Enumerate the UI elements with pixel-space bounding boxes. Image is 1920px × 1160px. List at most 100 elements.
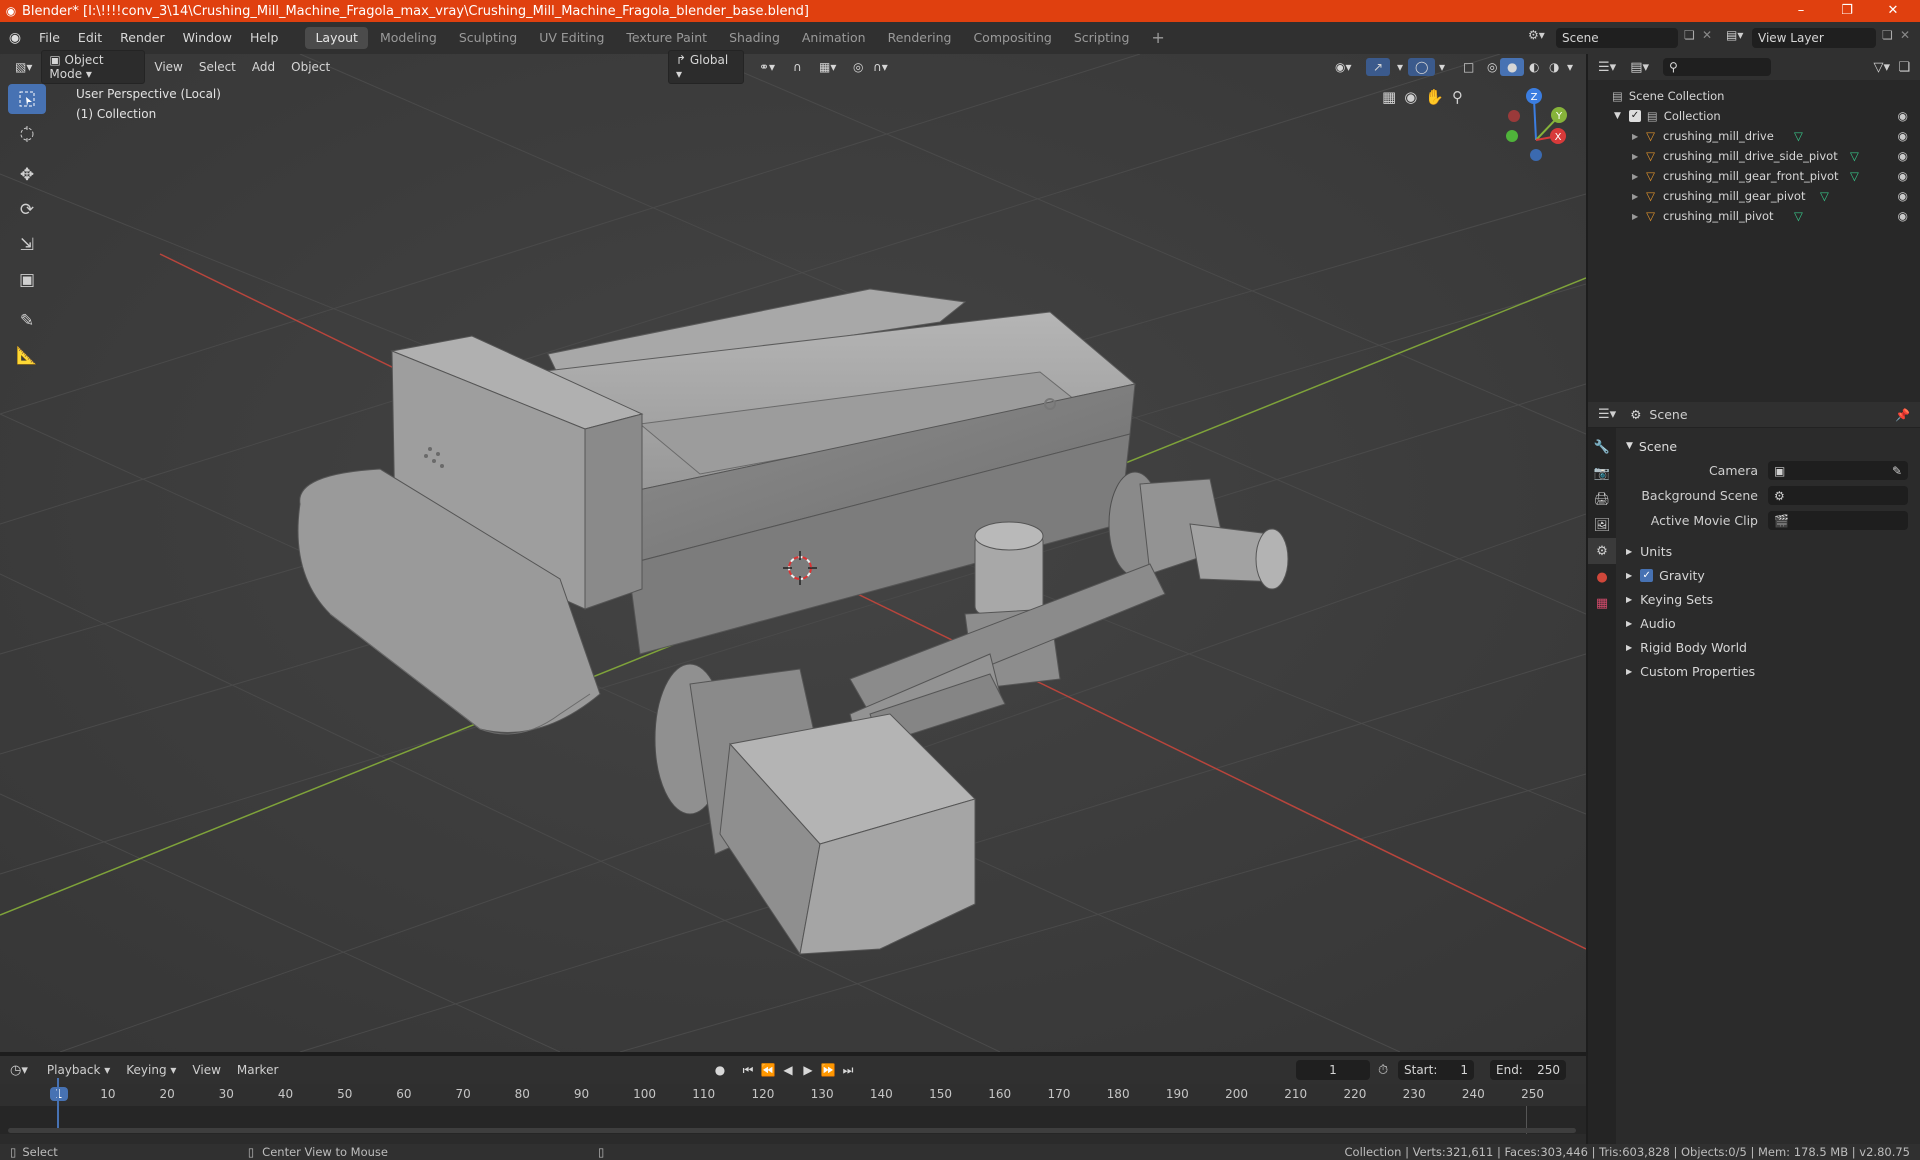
display-mode-icon[interactable]: ▤▾	[1630, 60, 1649, 75]
eye-icon[interactable]: ◉	[1898, 209, 1908, 223]
panel-expand-icon[interactable]: ▶	[1626, 595, 1632, 604]
visibility-icon[interactable]: ◉▾	[1328, 58, 1359, 76]
outliner-object-row[interactable]: ▶ ▽ crushing_mill_drive_side_pivot ▽ ◉	[1588, 146, 1920, 166]
eyedropper-icon[interactable]: ✎	[1892, 464, 1902, 478]
viewport-menu-select[interactable]: Select	[192, 58, 243, 76]
eye-icon[interactable]: ◉	[1898, 109, 1908, 123]
jump-end-icon[interactable]: ⏭	[838, 1060, 858, 1080]
outliner-search-input[interactable]: ⚲	[1663, 58, 1771, 76]
active-movie-clip-field[interactable]: 🎬	[1768, 511, 1908, 530]
minimize-button[interactable]: –	[1778, 0, 1824, 22]
menu-help[interactable]: Help	[241, 22, 288, 54]
snap-target-icon[interactable]: ▦▾	[812, 58, 843, 76]
timeline-track[interactable]	[0, 1106, 1586, 1134]
viewport-menu-view[interactable]: View	[147, 58, 189, 76]
expand-arrow-icon[interactable]: ▶	[1632, 212, 1638, 221]
snap-icon[interactable]: ∩	[786, 58, 809, 76]
view-layer-field[interactable]: View Layer	[1752, 28, 1876, 48]
panel-expand-icon[interactable]: ▶	[1626, 667, 1632, 676]
view-layer-icon[interactable]: ▤▾	[1726, 28, 1743, 42]
timeline-ruler[interactable]: 1102030405060708090100110120130140150160…	[0, 1084, 1586, 1106]
output-tab-icon[interactable]: 🖨	[1588, 486, 1616, 512]
custom-properties-panel-header[interactable]: ▶ Custom Properties	[1618, 659, 1920, 683]
eye-icon[interactable]: ◉	[1898, 129, 1908, 143]
current-frame-field[interactable]: 1	[1296, 1060, 1370, 1080]
gravity-checkbox[interactable]: ✓	[1640, 568, 1654, 582]
scene-tab-icon[interactable]: ⚙	[1588, 538, 1616, 564]
pivot-point-icon[interactable]: ⚭▾	[752, 58, 782, 76]
keying-menu[interactable]: Keying ▾	[119, 1061, 183, 1079]
outliner-object-row[interactable]: ▶ ▽ crushing_mill_pivot ▽ ◉	[1588, 206, 1920, 226]
tab-texture-paint[interactable]: Texture Paint	[616, 27, 717, 49]
filter-icon[interactable]: ▽▾	[1873, 60, 1890, 75]
delete-scene-icon[interactable]: ✕	[1702, 28, 1712, 42]
mesh-data-icon[interactable]: ▽	[1794, 129, 1803, 143]
collapse-arrow-icon[interactable]: ▼	[1614, 111, 1621, 121]
shading-menu-icon[interactable]: ▾	[1560, 58, 1580, 76]
gravity-panel-header[interactable]: ▶ ✓ Gravity	[1618, 563, 1920, 587]
tab-rendering[interactable]: Rendering	[878, 27, 962, 49]
tab-layout[interactable]: Layout	[305, 27, 368, 49]
record-icon[interactable]: ●	[710, 1060, 730, 1080]
keying-sets-panel-header[interactable]: ▶ Keying Sets	[1618, 587, 1920, 611]
panel-collapse-icon[interactable]: ▼	[1626, 441, 1633, 451]
viewport-menu-object[interactable]: Object	[284, 58, 337, 76]
close-button[interactable]: ✕	[1870, 0, 1916, 22]
blender-menu-icon[interactable]: ◉	[0, 30, 30, 46]
next-keyframe-icon[interactable]: ⏩	[818, 1060, 838, 1080]
collection-checkbox[interactable]: ✓	[1628, 110, 1641, 122]
rotate-tool-icon[interactable]: ⟳	[8, 195, 46, 225]
move-tool-icon[interactable]: ✥	[8, 160, 46, 190]
new-view-layer-icon[interactable]: ❏	[1882, 28, 1893, 42]
tab-uv-editing[interactable]: UV Editing	[529, 27, 614, 49]
3d-viewport[interactable]: Z Y X	[0, 54, 1586, 1052]
viewport-scene[interactable]: Z Y X	[0, 54, 1586, 1052]
world-tab-icon[interactable]: ●	[1588, 564, 1616, 590]
viewport-menu-add[interactable]: Add	[245, 58, 282, 76]
new-scene-icon[interactable]: ❏	[1684, 28, 1695, 42]
panel-expand-icon[interactable]: ▶	[1626, 547, 1632, 556]
tab-sculpting[interactable]: Sculpting	[449, 27, 527, 49]
editor-type-icon[interactable]: ▧▾	[8, 58, 39, 76]
expand-arrow-icon[interactable]: ▶	[1632, 192, 1638, 201]
play-icon[interactable]: ▶	[798, 1060, 818, 1080]
transform-orientation[interactable]: ↱ Global ▾	[668, 50, 744, 84]
cursor-tool-icon[interactable]	[8, 119, 46, 149]
measure-tool-icon[interactable]: 📐	[8, 341, 46, 371]
transform-tool-icon[interactable]: ▣	[8, 265, 46, 295]
panel-expand-icon[interactable]: ▶	[1626, 571, 1632, 580]
timeline-editor-icon[interactable]: ◷▾	[10, 1063, 28, 1078]
tab-scripting[interactable]: Scripting	[1064, 27, 1140, 49]
new-collection-icon[interactable]: ❏	[1898, 60, 1910, 75]
outliner-object-row[interactable]: ▶ ▽ crushing_mill_gear_pivot ▽ ◉	[1588, 186, 1920, 206]
add-workspace-icon[interactable]: +	[1141, 27, 1174, 49]
collection-row[interactable]: ▼ ✓ ▤ Collection ◉	[1588, 106, 1920, 126]
solid-shading-icon[interactable]: ●	[1500, 58, 1525, 76]
outliner-object-row[interactable]: ▶ ▽ crushing_mill_gear_front_pivot ▽ ◉	[1588, 166, 1920, 186]
texture-tab-icon[interactable]: ▦	[1588, 590, 1616, 616]
marker-menu[interactable]: Marker	[230, 1061, 285, 1079]
units-panel-header[interactable]: ▶ Units	[1618, 539, 1920, 563]
maximize-button[interactable]: ❐	[1824, 0, 1870, 22]
background-scene-field[interactable]: ⚙	[1768, 486, 1908, 505]
tab-shading[interactable]: Shading	[719, 27, 790, 49]
timeline-scrollbar[interactable]	[8, 1128, 1576, 1133]
play-reverse-icon[interactable]: ◀	[778, 1060, 798, 1080]
scene-selector-icon[interactable]: ⚙▾	[1528, 28, 1545, 42]
tab-animation[interactable]: Animation	[792, 27, 876, 49]
expand-arrow-icon[interactable]: ▶	[1632, 132, 1638, 141]
panel-expand-icon[interactable]: ▶	[1626, 619, 1632, 628]
pin-icon[interactable]: 📌	[1895, 408, 1910, 422]
scene-field[interactable]: Scene	[1556, 28, 1678, 48]
prev-keyframe-icon[interactable]: ⏪	[758, 1060, 778, 1080]
mesh-data-icon[interactable]: ▽	[1850, 149, 1859, 163]
playhead-line[interactable]	[57, 1078, 59, 1128]
mesh-data-icon[interactable]: ▽	[1850, 169, 1859, 183]
camera-view-icon[interactable]: ◉	[1404, 88, 1417, 106]
tool-tab-icon[interactable]: 🔧	[1588, 434, 1616, 460]
mesh-data-icon[interactable]: ▽	[1794, 209, 1803, 223]
mesh-data-icon[interactable]: ▽	[1820, 189, 1829, 203]
gizmo-toggle-icon[interactable]: ↗	[1366, 58, 1391, 76]
eye-icon[interactable]: ◉	[1898, 149, 1908, 163]
xray-icon[interactable]: □	[1456, 58, 1481, 76]
